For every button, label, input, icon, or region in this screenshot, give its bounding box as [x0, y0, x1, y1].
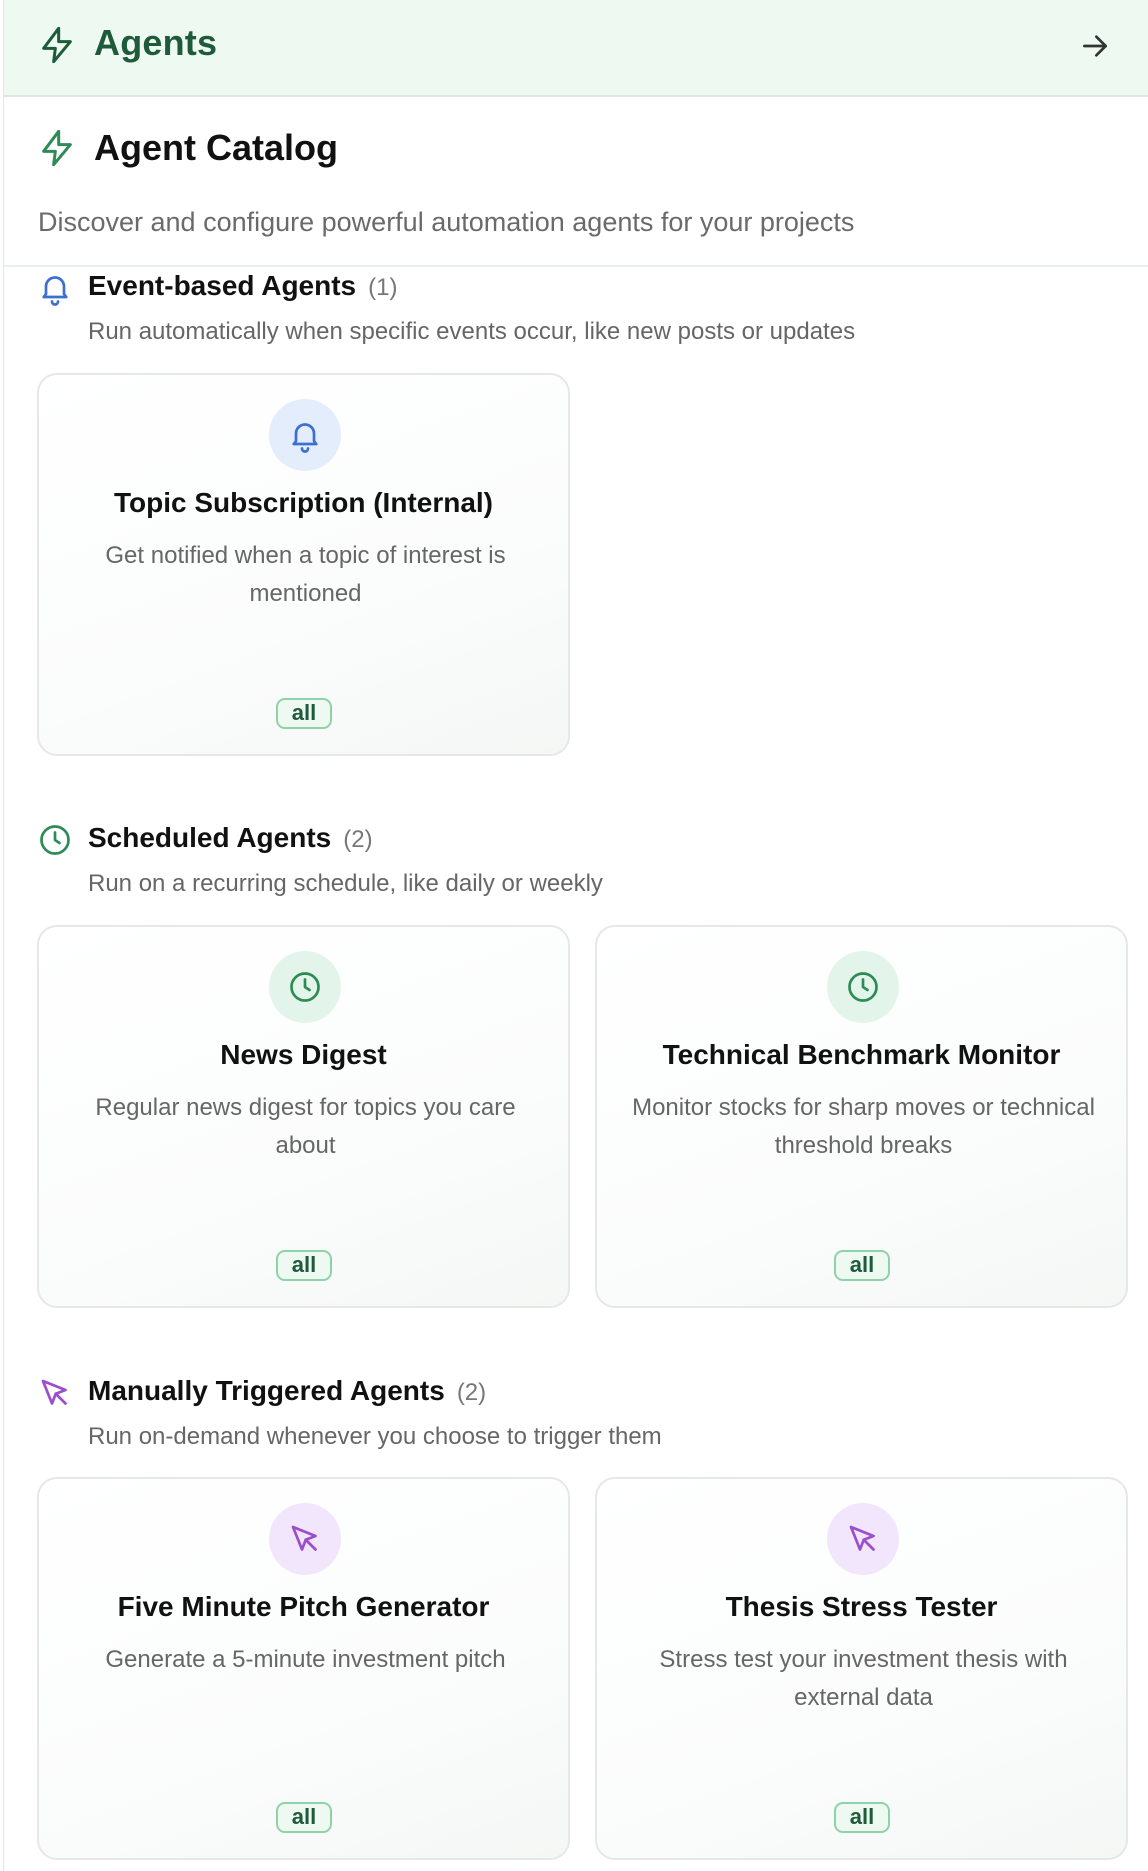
scope-badge: all: [276, 1802, 332, 1833]
card-description: Stress test your investment thesis with …: [659, 1646, 1068, 1711]
section-title-event-based: Event-based Agents (1): [88, 270, 397, 302]
section-description: Run on a recurring schedule, like daily …: [88, 870, 603, 897]
section-description: Run automatically when specific events o…: [88, 318, 856, 345]
clock-icon: [40, 825, 70, 855]
section-title-text: Scheduled Agents: [88, 822, 332, 853]
clock-icon: [848, 972, 878, 1002]
agents-header-bar[interactable]: Agents: [4, 0, 1148, 97]
card-description: Get notified when a topic of interest is…: [105, 542, 506, 607]
section-count: (2): [456, 1379, 487, 1406]
catalog-header: Agent Catalog Discover and configure pow…: [4, 97, 1148, 267]
card-description: Regular news digest for topics you care …: [95, 1094, 516, 1159]
card-icon-badge: [269, 399, 341, 471]
agent-card-news-digest[interactable]: News Digest Regular news digest for topi…: [37, 925, 570, 1308]
clock-icon: [290, 972, 320, 1002]
agent-card-topic-subscription[interactable]: Topic Subscription (Internal) Get notifi…: [37, 373, 570, 756]
card-description: Generate a 5-minute investment pitch: [105, 1646, 506, 1673]
card-icon-badge: [269, 1503, 341, 1575]
section-title-text: Manually Triggered Agents: [88, 1375, 445, 1406]
section-title-text: Event-based Agents: [88, 270, 357, 301]
lightning-bolt-icon: [42, 26, 72, 64]
cursor-pointer-icon: [41, 1379, 67, 1405]
scope-badge: all: [834, 1802, 890, 1833]
cursor-pointer-icon: [291, 1525, 317, 1551]
card-description: Monitor stocks for sharp moves or techni…: [632, 1094, 1095, 1159]
agents-panel: Agents Agent Catalog Discover and config…: [3, 0, 1148, 1871]
card-title: Topic Subscription (Internal): [113, 487, 494, 518]
section-description: Run on-demand whenever you choose to tri…: [88, 1423, 662, 1450]
section-title-scheduled: Scheduled Agents (2): [88, 822, 373, 854]
section-title-manual: Manually Triggered Agents (2): [88, 1375, 486, 1407]
bell-icon: [42, 276, 68, 306]
page-title: Agent Catalog: [94, 127, 339, 168]
agent-card-thesis-stress-tester[interactable]: Thesis Stress Tester Stress test your in…: [595, 1477, 1128, 1860]
lightning-bolt-icon: [42, 129, 72, 167]
card-title: Technical Benchmark Monitor: [662, 1039, 1061, 1070]
scope-badge: all: [276, 698, 332, 729]
agent-card-technical-benchmark-monitor[interactable]: Technical Benchmark Monitor Monitor stoc…: [595, 925, 1128, 1308]
page-subtitle: Discover and configure powerful automati…: [38, 207, 855, 237]
card-title: Five Minute Pitch Generator: [117, 1591, 490, 1622]
agent-card-five-minute-pitch-generator[interactable]: Five Minute Pitch Generator Generate a 5…: [37, 1477, 570, 1860]
arrow-right-icon[interactable]: [1079, 30, 1111, 62]
card-title: News Digest: [220, 1039, 387, 1070]
card-icon-badge: [827, 1503, 899, 1575]
card-icon-badge: [827, 951, 899, 1023]
scope-badge: all: [276, 1250, 332, 1281]
section-count: (1): [368, 274, 398, 301]
card-title: Thesis Stress Tester: [725, 1591, 998, 1622]
section-count: (2): [343, 826, 373, 853]
cursor-pointer-icon: [849, 1525, 875, 1551]
card-icon-badge: [269, 951, 341, 1023]
header-title: Agents: [94, 22, 218, 63]
bell-icon: [292, 423, 318, 453]
scope-badge: all: [834, 1250, 890, 1281]
